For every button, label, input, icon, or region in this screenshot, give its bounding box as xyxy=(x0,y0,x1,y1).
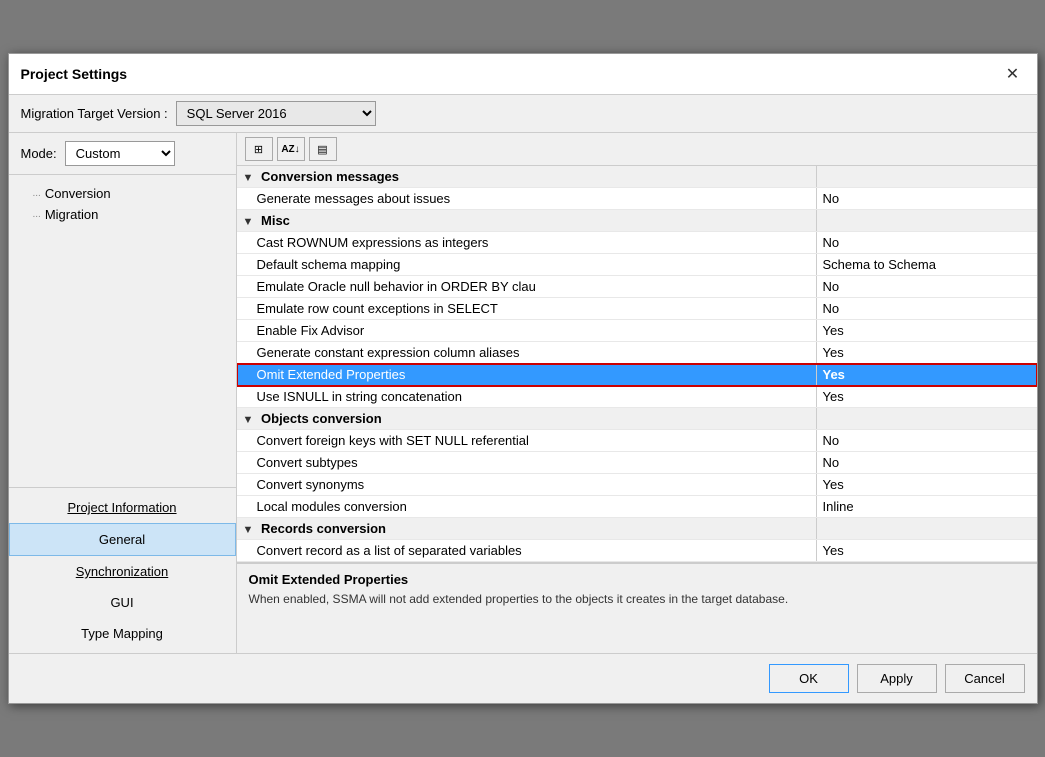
category-records-conversion-name: ▼ Records conversion xyxy=(237,518,817,539)
prop-foreign-keys-value: No xyxy=(817,430,1037,451)
prop-cast-rownum-name: Cast ROWNUM expressions as integers xyxy=(237,232,817,253)
toolbar-list-button[interactable]: ▤ xyxy=(309,137,337,161)
description-panel: Omit Extended Properties When enabled, S… xyxy=(237,563,1037,653)
toolbar-grid-button[interactable]: ⊞ xyxy=(245,137,273,161)
category-records-conversion[interactable]: ▼ Records conversion xyxy=(237,518,1037,540)
category-objects-toggle[interactable]: ▼ xyxy=(243,414,254,426)
prop-local-modules-value: Inline xyxy=(817,496,1037,517)
sidebar: Mode: Default Optimistic Full Custom ...… xyxy=(9,133,237,653)
prop-generate-messages-name: Generate messages about issues xyxy=(237,188,817,209)
ok-button[interactable]: OK xyxy=(769,664,849,693)
prop-subtypes-value: No xyxy=(817,452,1037,473)
category-objects-conversion-value xyxy=(817,408,1037,429)
mode-select-wrapper: Default Optimistic Full Custom xyxy=(65,141,175,166)
prop-row-synonyms[interactable]: Convert synonyms Yes xyxy=(237,474,1037,496)
prop-emulate-rowcount-name: Emulate row count exceptions in SELECT xyxy=(237,298,817,319)
prop-row-isnull[interactable]: Use ISNULL in string concatenation Yes xyxy=(237,386,1037,408)
prop-synonyms-name: Convert synonyms xyxy=(237,474,817,495)
migration-bar: Migration Target Version : SQL Server 20… xyxy=(9,95,1037,133)
close-button[interactable]: ✕ xyxy=(1001,62,1025,86)
sidebar-top: Mode: Default Optimistic Full Custom xyxy=(9,133,236,175)
prop-convert-record-value: Yes xyxy=(817,540,1037,561)
tree-connector-migration: ... xyxy=(33,209,41,220)
toolbar-row: ⊞ AZ↓ ▤ xyxy=(237,133,1037,166)
prop-subtypes-name: Convert subtypes xyxy=(237,452,817,473)
mode-select[interactable]: Default Optimistic Full Custom xyxy=(65,141,175,166)
prop-row-fix-advisor[interactable]: Enable Fix Advisor Yes xyxy=(237,320,1037,342)
prop-emulate-null-name: Emulate Oracle null behavior in ORDER BY… xyxy=(237,276,817,297)
description-title: Omit Extended Properties xyxy=(249,572,1025,587)
category-misc-toggle[interactable]: ▼ xyxy=(243,216,254,228)
category-misc-value xyxy=(817,210,1037,231)
prop-const-expr-name: Generate constant expression column alia… xyxy=(237,342,817,363)
prop-foreign-keys-name: Convert foreign keys with SET NULL refer… xyxy=(237,430,817,451)
sidebar-nav-project-information[interactable]: Project Information xyxy=(9,492,236,523)
prop-convert-record-name: Convert record as a list of separated va… xyxy=(237,540,817,561)
sidebar-nav-synchronization[interactable]: Synchronization xyxy=(9,556,236,587)
prop-isnull-value: Yes xyxy=(817,386,1037,407)
description-text: When enabled, SSMA will not add extended… xyxy=(249,591,1025,608)
prop-fix-advisor-value: Yes xyxy=(817,320,1037,341)
prop-omit-extended-value: Yes xyxy=(817,364,1037,385)
prop-local-modules-name: Local modules conversion xyxy=(237,496,817,517)
prop-generate-messages-value: No xyxy=(817,188,1037,209)
category-objects-conversion[interactable]: ▼ Objects conversion xyxy=(237,408,1037,430)
prop-const-expr-value: Yes xyxy=(817,342,1037,363)
prop-row-const-expr[interactable]: Generate constant expression column alia… xyxy=(237,342,1037,364)
dialog-title: Project Settings xyxy=(21,66,128,82)
tree-item-migration[interactable]: ... Migration xyxy=(9,204,236,225)
toolbar-sort-button[interactable]: AZ↓ xyxy=(277,137,305,161)
prop-row-cast-rownum[interactable]: Cast ROWNUM expressions as integers No xyxy=(237,232,1037,254)
prop-isnull-name: Use ISNULL in string concatenation xyxy=(237,386,817,407)
tree-area: ... Conversion ... Migration xyxy=(9,175,236,487)
prop-row-convert-record[interactable]: Convert record as a list of separated va… xyxy=(237,540,1037,562)
migration-target-label: Migration Target Version : xyxy=(21,106,168,121)
category-misc-name: ▼ Misc xyxy=(237,210,817,231)
category-conversion-messages[interactable]: ▼ Conversion messages xyxy=(237,166,1037,188)
prop-emulate-null-value: No xyxy=(817,276,1037,297)
category-toggle[interactable]: ▼ xyxy=(243,172,254,184)
sidebar-nav-type-mapping[interactable]: Type Mapping xyxy=(9,618,236,649)
prop-emulate-rowcount-value: No xyxy=(817,298,1037,319)
prop-omit-extended-name: Omit Extended Properties xyxy=(237,364,817,385)
prop-row-default-schema[interactable]: Default schema mapping Schema to Schema xyxy=(237,254,1037,276)
prop-default-schema-name: Default schema mapping xyxy=(237,254,817,275)
category-conversion-messages-value xyxy=(817,166,1037,187)
tree-connector: ... xyxy=(33,188,41,199)
sidebar-nav-gui[interactable]: GUI xyxy=(9,587,236,618)
title-bar: Project Settings ✕ xyxy=(9,54,1037,95)
prop-row-generate-messages[interactable]: Generate messages about issues No xyxy=(237,188,1037,210)
mode-label: Mode: xyxy=(21,146,57,161)
category-misc[interactable]: ▼ Misc xyxy=(237,210,1037,232)
tree-item-conversion[interactable]: ... Conversion xyxy=(9,183,236,204)
prop-cast-rownum-value: No xyxy=(817,232,1037,253)
prop-default-schema-value: Schema to Schema xyxy=(817,254,1037,275)
cancel-button[interactable]: Cancel xyxy=(945,664,1025,693)
button-row: OK Apply Cancel xyxy=(9,653,1037,703)
tree-item-migration-label: Migration xyxy=(45,207,98,222)
prop-synonyms-value: Yes xyxy=(817,474,1037,495)
main-panel: ⊞ AZ↓ ▤ ▼ Conversion messages Generate m… xyxy=(237,133,1037,653)
category-conversion-messages-name: ▼ Conversion messages xyxy=(237,166,817,187)
prop-row-local-modules[interactable]: Local modules conversion Inline xyxy=(237,496,1037,518)
sidebar-nav-general[interactable]: General xyxy=(9,523,236,556)
apply-button[interactable]: Apply xyxy=(857,664,937,693)
migration-version-wrapper: SQL Server 2012 SQL Server 2014 SQL Serv… xyxy=(176,101,376,126)
category-objects-conversion-name: ▼ Objects conversion xyxy=(237,408,817,429)
migration-version-select[interactable]: SQL Server 2012 SQL Server 2014 SQL Serv… xyxy=(176,101,376,126)
prop-row-emulate-null[interactable]: Emulate Oracle null behavior in ORDER BY… xyxy=(237,276,1037,298)
project-settings-dialog: Project Settings ✕ Migration Target Vers… xyxy=(8,53,1038,704)
prop-row-omit-extended[interactable]: Omit Extended Properties Yes xyxy=(237,364,1037,386)
property-table: ▼ Conversion messages Generate messages … xyxy=(237,166,1037,563)
content-area: Mode: Default Optimistic Full Custom ...… xyxy=(9,133,1037,653)
sidebar-nav: Project Information General Synchronizat… xyxy=(9,487,236,653)
prop-row-foreign-keys[interactable]: Convert foreign keys with SET NULL refer… xyxy=(237,430,1037,452)
prop-row-emulate-rowcount[interactable]: Emulate row count exceptions in SELECT N… xyxy=(237,298,1037,320)
category-records-toggle[interactable]: ▼ xyxy=(243,524,254,536)
tree-item-conversion-label: Conversion xyxy=(45,186,111,201)
prop-row-subtypes[interactable]: Convert subtypes No xyxy=(237,452,1037,474)
prop-fix-advisor-name: Enable Fix Advisor xyxy=(237,320,817,341)
category-records-conversion-value xyxy=(817,518,1037,539)
